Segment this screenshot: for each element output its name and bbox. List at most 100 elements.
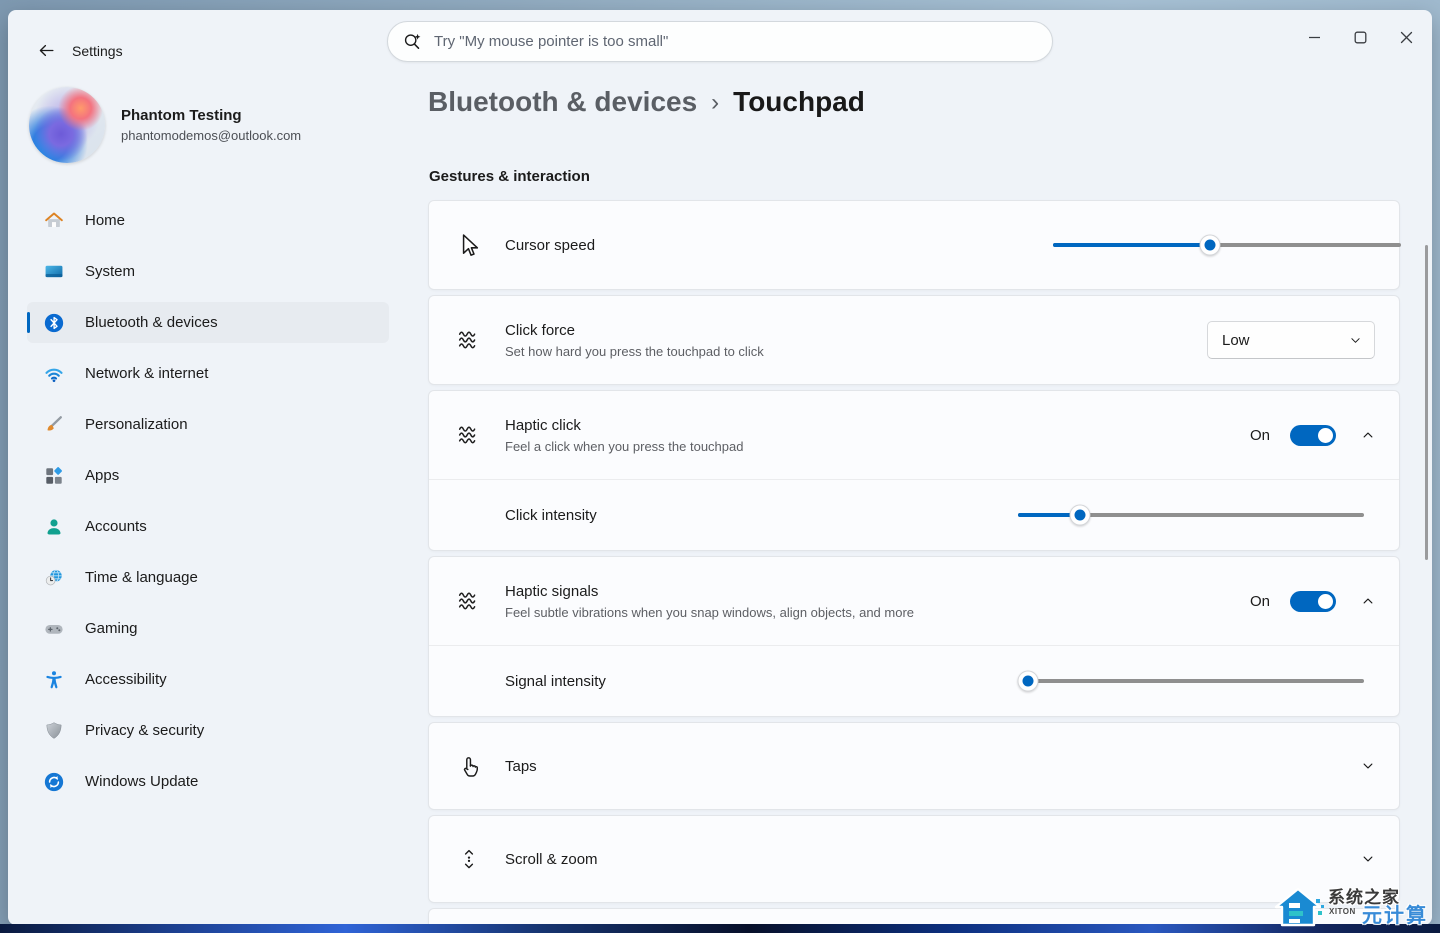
cursor-icon — [454, 232, 484, 258]
slider-thumb[interactable] — [1017, 670, 1039, 692]
user-email: phantomodemos@outlook.com — [121, 128, 302, 143]
click-force-card: Click force Set how hard you press the t… — [428, 295, 1400, 385]
sidebar-item-label: Time & language — [85, 569, 198, 586]
haptic-signals-toggle[interactable] — [1290, 590, 1336, 612]
sidebar-item-home[interactable]: Home — [27, 200, 389, 241]
sidebar-item-system[interactable]: System — [27, 251, 389, 292]
close-button[interactable] — [1383, 18, 1429, 56]
sidebar-item-label: Personalization — [85, 416, 188, 433]
scroll-icon — [454, 847, 484, 871]
sidebar-item-gaming[interactable]: Gaming — [27, 608, 389, 649]
slider-thumb[interactable] — [1069, 504, 1091, 526]
haptic-signals-description: Feel subtle vibrations when you snap win… — [505, 604, 915, 620]
sidebar-item-bluetooth-devices[interactable]: Bluetooth & devices — [27, 302, 389, 343]
dropdown-selected-value: Low — [1222, 331, 1250, 349]
chevron-up-icon — [1363, 598, 1373, 604]
haptic-signals-collapse-button[interactable] — [1361, 594, 1375, 608]
haptic-waves-icon — [454, 421, 484, 449]
sidebar-item-label: Bluetooth & devices — [85, 314, 218, 331]
cursor-speed-label: Cursor speed — [505, 236, 596, 254]
toggle-state-label: On — [1249, 426, 1270, 444]
scroll-zoom-card[interactable]: Scroll & zoom — [428, 815, 1400, 903]
partial-card[interactable] — [428, 908, 1400, 925]
slider-thumb[interactable] — [1199, 234, 1221, 256]
taps-label: Taps — [505, 757, 537, 775]
click-force-dropdown[interactable]: Low — [1207, 321, 1375, 359]
haptic-signals-card: Haptic signals Feel subtle vibrations wh… — [428, 556, 1400, 717]
click-intensity-label: Click intensity — [505, 506, 597, 524]
chevron-down-icon — [1363, 856, 1373, 862]
click-force-label: Click force — [505, 321, 576, 339]
click-force-description: Set how hard you press the touchpad to c… — [505, 343, 764, 359]
time-language-icon — [43, 567, 65, 589]
page-title: Touchpad — [733, 86, 865, 117]
accounts-icon — [43, 516, 65, 538]
sidebar-item-time-language[interactable]: Time & language — [27, 557, 389, 598]
sidebar-item-apps[interactable]: Apps — [27, 455, 389, 496]
cursor-speed-slider[interactable] — [1053, 234, 1401, 256]
gaming-icon — [43, 618, 65, 640]
back-arrow-icon — [39, 44, 54, 56]
signal-intensity-slider[interactable] — [1017, 670, 1364, 692]
sidebar-item-label: Apps — [85, 467, 120, 484]
breadcrumb: Bluetooth & devices › Touchpad — [428, 86, 865, 118]
toggle-knob — [1318, 427, 1333, 443]
chevron-up-icon — [1363, 432, 1373, 438]
window-controls — [1291, 18, 1429, 56]
slider-track — [1053, 243, 1401, 247]
minimize-button[interactable] — [1291, 18, 1337, 56]
scrollbar[interactable] — [1425, 245, 1428, 560]
user-name: Phantom Testing — [121, 107, 242, 124]
sidebar-item-label: Privacy & security — [85, 722, 205, 739]
sidebar-item-label: Network & internet — [85, 365, 209, 382]
search-box[interactable] — [387, 21, 1053, 62]
haptic-click-toggle[interactable] — [1290, 424, 1336, 446]
sidebar-item-accounts[interactable]: Accounts — [27, 506, 389, 547]
desktop-wallpaper-strip — [0, 924, 1440, 933]
privacy-security-icon — [43, 720, 65, 742]
maximize-button[interactable] — [1337, 18, 1383, 56]
taps-expand-button[interactable] — [1361, 759, 1375, 773]
scroll-zoom-expand-button[interactable] — [1361, 852, 1375, 866]
app-title: Settings — [72, 43, 123, 59]
search-input[interactable] — [434, 33, 1038, 50]
sidebar-item-windows-update[interactable]: Windows Update — [27, 761, 389, 802]
slider-track — [1018, 679, 1364, 683]
sidebar-item-accessibility[interactable]: Accessibility — [27, 659, 389, 700]
back-button[interactable] — [30, 34, 62, 66]
settings-window: Settings Phantom Testing — [8, 10, 1432, 925]
personalization-icon — [43, 414, 65, 436]
close-icon — [1400, 31, 1412, 43]
sidebar: Home System Bluetooth & devices Network … — [27, 200, 389, 812]
tap-hand-icon — [454, 754, 484, 779]
section-title: Gestures & interaction — [429, 168, 590, 185]
haptic-waves-icon — [454, 326, 484, 354]
haptic-click-description: Feel a click when you press the touchpad — [505, 438, 744, 454]
avatar — [29, 87, 105, 163]
chevron-down-icon — [1349, 334, 1362, 347]
maximize-icon — [1354, 31, 1366, 43]
haptic-click-label: Haptic click — [505, 416, 581, 434]
search-icon — [404, 33, 421, 49]
chevron-down-icon — [1363, 763, 1373, 769]
apps-icon — [43, 465, 65, 487]
sidebar-item-label: System — [85, 263, 136, 280]
sidebar-item-network-internet[interactable]: Network & internet — [27, 353, 389, 394]
click-intensity-slider[interactable] — [1018, 504, 1364, 526]
signal-intensity-label: Signal intensity — [505, 672, 606, 690]
haptic-click-card: Haptic click Feel a click when you press… — [428, 390, 1400, 551]
sidebar-item-label: Gaming — [85, 620, 138, 637]
taps-card[interactable]: Taps — [428, 722, 1400, 810]
user-profile[interactable]: Phantom Testing phantomodemos@outlook.co… — [29, 87, 301, 163]
breadcrumb-chevron-icon: › — [711, 89, 720, 116]
sidebar-item-privacy-security[interactable]: Privacy & security — [27, 710, 389, 751]
sidebar-item-personalization[interactable]: Personalization — [27, 404, 389, 445]
haptic-click-collapse-button[interactable] — [1361, 428, 1375, 442]
accessibility-icon — [43, 669, 65, 691]
sidebar-item-label: Home — [85, 212, 126, 229]
sidebar-item-label: Accessibility — [85, 671, 167, 688]
sidebar-item-label: Accounts — [85, 518, 147, 535]
haptic-signals-label: Haptic signals — [505, 582, 599, 600]
breadcrumb-parent[interactable]: Bluetooth & devices — [428, 86, 697, 118]
system-icon — [43, 261, 65, 283]
